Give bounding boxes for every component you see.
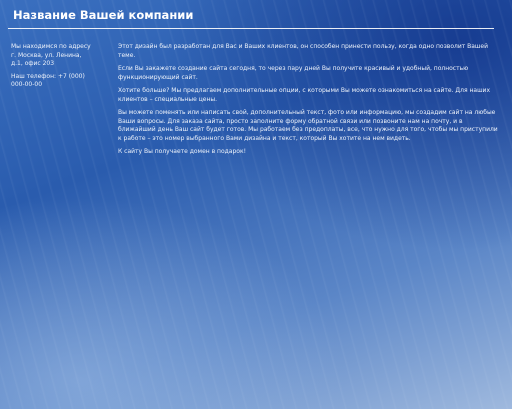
header-divider: [8, 28, 494, 29]
company-name: Название Вашей компании: [13, 8, 194, 22]
contact-address: Мы находимся по адресу г. Москва, ул. Ле…: [11, 43, 91, 67]
main-paragraph: К сайту Вы получаете домен в подарок!: [118, 148, 246, 155]
main-paragraph: Вы можете поменять или написать свой, до…: [118, 109, 498, 142]
sidebar-contacts: Мы находимся по адресу г. Москва, ул. Ле…: [11, 43, 91, 94]
main-paragraph: Если Вы закажете создание сайта сегодня,…: [118, 65, 469, 81]
header: Название Вашей компании: [0, 0, 512, 30]
page-background: Название Вашей компании Мы находимся по …: [0, 0, 512, 409]
main-paragraph: Этот дизайн был разработан для Вас и Ваш…: [118, 43, 489, 59]
contact-phone: Наш телефон: +7 (000) 000-00-00: [11, 72, 85, 89]
main-paragraph: Хотите больше? Мы предлагаем дополнитель…: [118, 87, 491, 103]
main-content: Этот дизайн был разработан для Вас и Ваш…: [118, 43, 498, 162]
